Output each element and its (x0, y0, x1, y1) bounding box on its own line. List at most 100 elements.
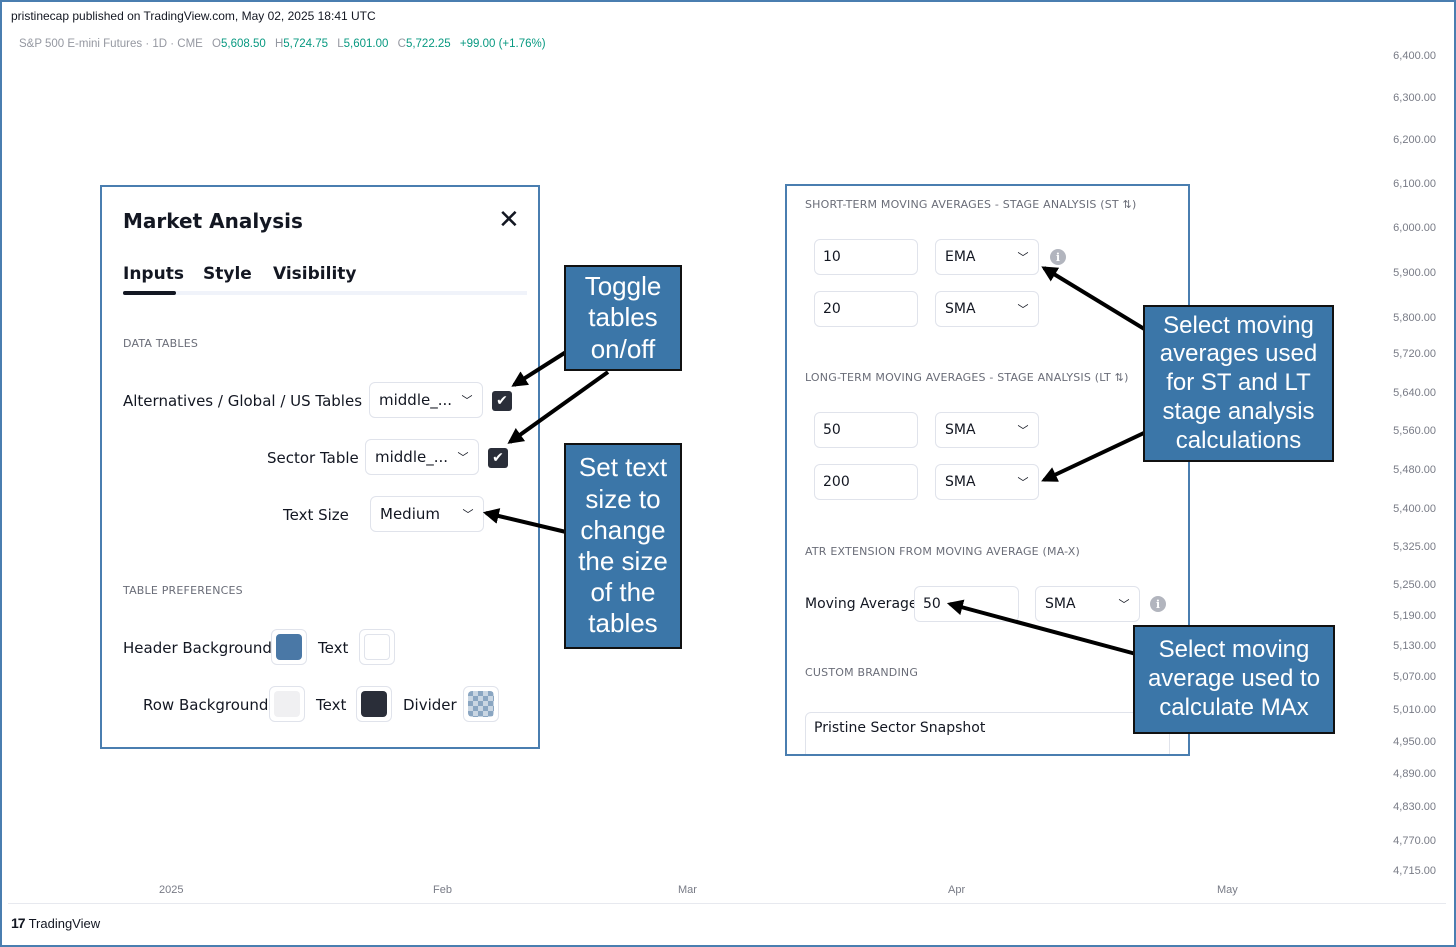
row-background-label: Row Background (143, 696, 269, 714)
callout-toggle-tables: Toggle tables on/off (564, 265, 682, 371)
price-tick: 5,010.00 (1393, 704, 1436, 716)
color-swatch (361, 691, 387, 717)
text-size-select[interactable]: Medium ﹀ (370, 496, 484, 532)
symbol-legend: S&P 500 E-mini Futures · 1D · CME O5,608… (19, 38, 546, 50)
info-icon[interactable]: i (1150, 596, 1166, 612)
st-ma2-type-value: SMA (945, 301, 976, 317)
lt-ma2-type-select[interactable]: SMA ﹀ (935, 464, 1039, 500)
check-icon: ✔ (496, 393, 508, 409)
st-ma1-type-select[interactable]: EMA ﹀ (935, 239, 1039, 275)
data-tables-header: DATA TABLES (123, 337, 199, 350)
price-tick: 4,950.00 (1393, 736, 1436, 748)
sector-table-select[interactable]: middle_... ﹀ (365, 439, 479, 475)
time-tick: Apr (948, 884, 966, 896)
close-icon[interactable]: ✕ (498, 207, 520, 233)
header-text-swatch[interactable] (359, 629, 395, 665)
close-value: 5,722.25 (405, 38, 451, 50)
tab-style[interactable]: Style (203, 264, 252, 284)
st-ma1-type-value: EMA (945, 249, 976, 265)
lt-ma1-type-value: SMA (945, 422, 976, 438)
publish-info: pristinecap published on TradingView.com… (11, 9, 376, 23)
tab-active-indicator (123, 291, 176, 295)
callout-select-max: Select moving average used to calculate … (1133, 625, 1335, 734)
st-ma2-type-select[interactable]: SMA ﹀ (935, 291, 1039, 327)
atr-ma-label: Moving Average (805, 596, 918, 612)
branding-text-input[interactable]: Pristine Sector Snapshot (805, 712, 1170, 754)
change-value: +99.00 (+1.76%) (459, 38, 546, 50)
price-tick: 6,300.00 (1393, 92, 1436, 104)
row-text-label: Text (316, 696, 347, 714)
settings-dialog: Market Analysis ✕ Inputs Style Visibilit… (100, 185, 540, 749)
chevron-down-icon: ﹀ (1017, 251, 1029, 264)
price-tick: 6,100.00 (1393, 178, 1436, 190)
price-tick: 5,070.00 (1393, 671, 1436, 683)
close-label: C (397, 38, 406, 50)
sector-table-label: Sector Table (267, 449, 359, 467)
time-tick: 2025 (159, 884, 184, 896)
price-tick: 6,200.00 (1393, 134, 1436, 146)
text-size-value: Medium (380, 505, 440, 523)
text-size-label: Text Size (283, 506, 349, 524)
price-tick: 5,325.00 (1393, 541, 1436, 553)
chevron-down-icon: ﹀ (1118, 598, 1130, 611)
lt-ma1-length-input[interactable]: 50 (814, 412, 918, 448)
table-preferences-header: TABLE PREFERENCES (123, 584, 243, 597)
price-tick: 5,480.00 (1393, 464, 1436, 476)
alt-global-us-select[interactable]: middle_... ﹀ (369, 382, 483, 418)
price-tick: 4,770.00 (1393, 835, 1436, 847)
alt-global-us-label: Alternatives / Global / US Tables (123, 392, 363, 410)
divider-swatch[interactable] (463, 686, 499, 722)
callout-text-size: Set text size to change the size of the … (564, 443, 682, 649)
chevron-down-icon: ﹀ (461, 394, 473, 407)
symbol-name: S&P 500 E-mini Futures · 1D · CME (19, 38, 203, 50)
price-tick: 5,720.00 (1393, 348, 1436, 360)
atr-extension-header: ATR EXTENSION FROM MOVING AVERAGE (MA-X) (805, 545, 1081, 558)
custom-branding-header: CUSTOM BRANDING (805, 666, 919, 679)
price-tick: 6,000.00 (1393, 222, 1436, 234)
dialog-title: Market Analysis (123, 209, 303, 233)
transparent-color-swatch (468, 691, 494, 717)
price-tick: 5,640.00 (1393, 387, 1436, 399)
time-tick: May (1217, 884, 1238, 896)
row-background-swatch[interactable] (269, 686, 305, 722)
price-tick: 5,800.00 (1393, 312, 1436, 324)
divider-label: Divider (403, 696, 457, 714)
price-tick: 4,715.00 (1393, 865, 1436, 877)
sector-table-checkbox[interactable]: ✔ (488, 448, 508, 468)
chevron-down-icon: ﹀ (1017, 303, 1029, 316)
tab-inputs[interactable]: Inputs (123, 264, 184, 284)
low-value: 5,601.00 (343, 38, 389, 50)
chevron-down-icon: ﹀ (457, 451, 469, 464)
info-icon[interactable]: i (1050, 249, 1066, 265)
alt-global-us-value: middle_... (379, 391, 453, 409)
price-tick: 5,560.00 (1393, 425, 1436, 437)
price-tick: 4,890.00 (1393, 768, 1436, 780)
st-ma2-length-input[interactable]: 20 (814, 291, 918, 327)
atr-ma-length-input[interactable]: 50 (914, 586, 1019, 622)
callout-select-ma: Select moving averages used for ST and L… (1143, 305, 1334, 462)
check-icon: ✔ (492, 450, 504, 466)
header-background-swatch[interactable] (271, 629, 307, 665)
time-tick: Feb (433, 884, 452, 896)
tradingview-brand[interactable]: 17 TradingView (11, 915, 100, 931)
tab-visibility[interactable]: Visibility (273, 264, 357, 284)
price-tick: 5,900.00 (1393, 267, 1436, 279)
alt-global-us-checkbox[interactable]: ✔ (492, 391, 512, 411)
st-ma1-length-input[interactable]: 10 (814, 239, 918, 275)
sector-table-value: middle_... (375, 448, 449, 466)
open-value: 5,608.50 (221, 38, 266, 50)
atr-ma-type-select[interactable]: SMA ﹀ (1035, 586, 1140, 622)
lt-ma2-type-value: SMA (945, 474, 976, 490)
lt-ma2-length-input[interactable]: 200 (814, 464, 918, 500)
color-swatch (364, 634, 390, 660)
lt-ma1-type-select[interactable]: SMA ﹀ (935, 412, 1039, 448)
tab-underline-track (123, 291, 527, 295)
open-label: O (212, 38, 221, 50)
price-tick: 5,400.00 (1393, 503, 1436, 515)
chevron-down-icon: ﹀ (1017, 476, 1029, 489)
row-text-swatch[interactable] (356, 686, 392, 722)
lt-ma-header: LONG-TERM MOVING AVERAGES - STAGE ANALYS… (805, 371, 1129, 384)
inputs-panel: SHORT-TERM MOVING AVERAGES - STAGE ANALY… (785, 184, 1190, 756)
time-tick: Mar (678, 884, 697, 896)
high-value: 5,724.75 (283, 38, 329, 50)
